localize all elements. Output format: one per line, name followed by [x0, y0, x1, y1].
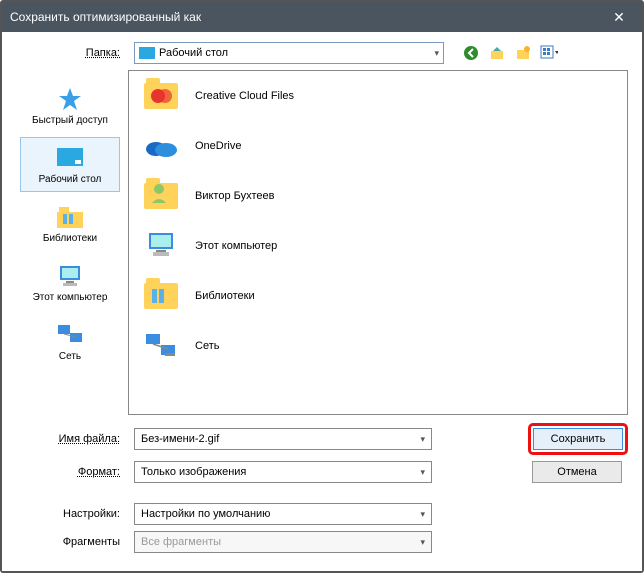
- list-item-label: Виктор Бухтеев: [195, 190, 274, 202]
- sidebar-item-label: Сеть: [59, 351, 81, 362]
- file-list[interactable]: Creative Cloud Files OneDrive Виктор Бух…: [128, 70, 628, 415]
- list-item[interactable]: Библиотеки: [129, 271, 627, 321]
- sidebar-item-desktop[interactable]: Рабочий стол: [20, 137, 120, 192]
- sidebar-item-label: Быстрый доступ: [32, 115, 108, 126]
- desktop-icon: [54, 144, 86, 172]
- libraries-folder-icon: [141, 278, 181, 314]
- pc-icon: [141, 228, 181, 264]
- back-icon[interactable]: [462, 44, 480, 62]
- folder-select[interactable]: Рабочий стол ▾: [134, 42, 444, 64]
- list-item-label: Creative Cloud Files: [195, 90, 294, 102]
- settings-select[interactable]: Настройки по умолчанию ▾: [134, 503, 432, 525]
- sidebar-item-network[interactable]: Сеть: [20, 314, 120, 369]
- new-folder-icon[interactable]: [514, 44, 532, 62]
- format-label: Формат:: [16, 466, 126, 478]
- close-icon[interactable]: ✕: [604, 9, 634, 26]
- sidebar-item-label: Библиотеки: [43, 233, 97, 244]
- sidebar-item-quickaccess[interactable]: Быстрый доступ: [20, 78, 120, 133]
- folder-select-text: Рабочий стол: [159, 47, 434, 59]
- format-value: Только изображения: [141, 466, 246, 478]
- user-folder-icon: [141, 178, 181, 214]
- sidebar: Быстрый доступ Рабочий стол Библиотеки Э…: [16, 70, 124, 415]
- libraries-icon: [54, 203, 86, 231]
- titlebar: Сохранить оптимизированный как ✕: [2, 2, 642, 32]
- list-item-label: Этот компьютер: [195, 240, 277, 252]
- chevron-down-icon: ▾: [420, 467, 425, 478]
- desktop-icon: [139, 47, 155, 59]
- list-item[interactable]: Виктор Бухтеев: [129, 171, 627, 221]
- list-item[interactable]: Сеть: [129, 321, 627, 371]
- sidebar-item-thispc[interactable]: Этот компьютер: [20, 255, 120, 310]
- network-icon: [54, 321, 86, 349]
- view-menu-icon[interactable]: [540, 44, 558, 62]
- pc-icon: [54, 262, 86, 290]
- sidebar-item-label: Рабочий стол: [39, 174, 102, 185]
- cc-folder-icon: [141, 78, 181, 114]
- save-button[interactable]: Сохранить: [533, 428, 623, 450]
- sidebar-item-label: Этот компьютер: [33, 292, 108, 303]
- list-item[interactable]: OneDrive: [129, 121, 627, 171]
- chevron-down-icon: ▾: [420, 537, 425, 548]
- chevron-down-icon: ▾: [434, 48, 439, 59]
- folder-label: Папка:: [16, 47, 126, 59]
- fragments-select: Все фрагменты ▾: [134, 531, 432, 553]
- chevron-down-icon: ▾: [420, 434, 425, 445]
- folder-toolbar: Папка: Рабочий стол ▾: [2, 32, 642, 70]
- sidebar-item-libraries[interactable]: Библиотеки: [20, 196, 120, 251]
- save-highlight: Сохранить: [528, 423, 628, 455]
- filename-label: Имя файла:: [16, 433, 126, 445]
- fragments-value: Все фрагменты: [141, 536, 221, 548]
- list-item-label: OneDrive: [195, 140, 241, 152]
- list-item-label: Библиотеки: [195, 290, 255, 302]
- save-dialog: Сохранить оптимизированный как ✕ Папка: …: [2, 2, 642, 571]
- toolbar-icons: [462, 44, 558, 62]
- up-icon[interactable]: [488, 44, 506, 62]
- onedrive-icon: [141, 128, 181, 164]
- filename-value: Без-имени-2.gif: [141, 433, 219, 445]
- list-item[interactable]: Creative Cloud Files: [129, 71, 627, 121]
- dialog-title: Сохранить оптимизированный как: [10, 10, 604, 24]
- fragments-label: Фрагменты: [16, 536, 126, 548]
- chevron-down-icon: ▾: [420, 509, 425, 520]
- filename-input[interactable]: Без-имени-2.gif ▾: [134, 428, 432, 450]
- format-select[interactable]: Только изображения ▾: [134, 461, 432, 483]
- bottom-form: Имя файла: Без-имени-2.gif ▾ Сохранить Ф…: [2, 415, 642, 571]
- star-icon: [54, 85, 86, 113]
- settings-value: Настройки по умолчанию: [141, 508, 270, 520]
- cancel-button[interactable]: Отмена: [532, 461, 622, 483]
- list-item-label: Сеть: [195, 340, 219, 352]
- network-icon: [141, 328, 181, 364]
- main-area: Быстрый доступ Рабочий стол Библиотеки Э…: [2, 70, 642, 415]
- list-item[interactable]: Этот компьютер: [129, 221, 627, 271]
- settings-label: Настройки:: [16, 508, 126, 520]
